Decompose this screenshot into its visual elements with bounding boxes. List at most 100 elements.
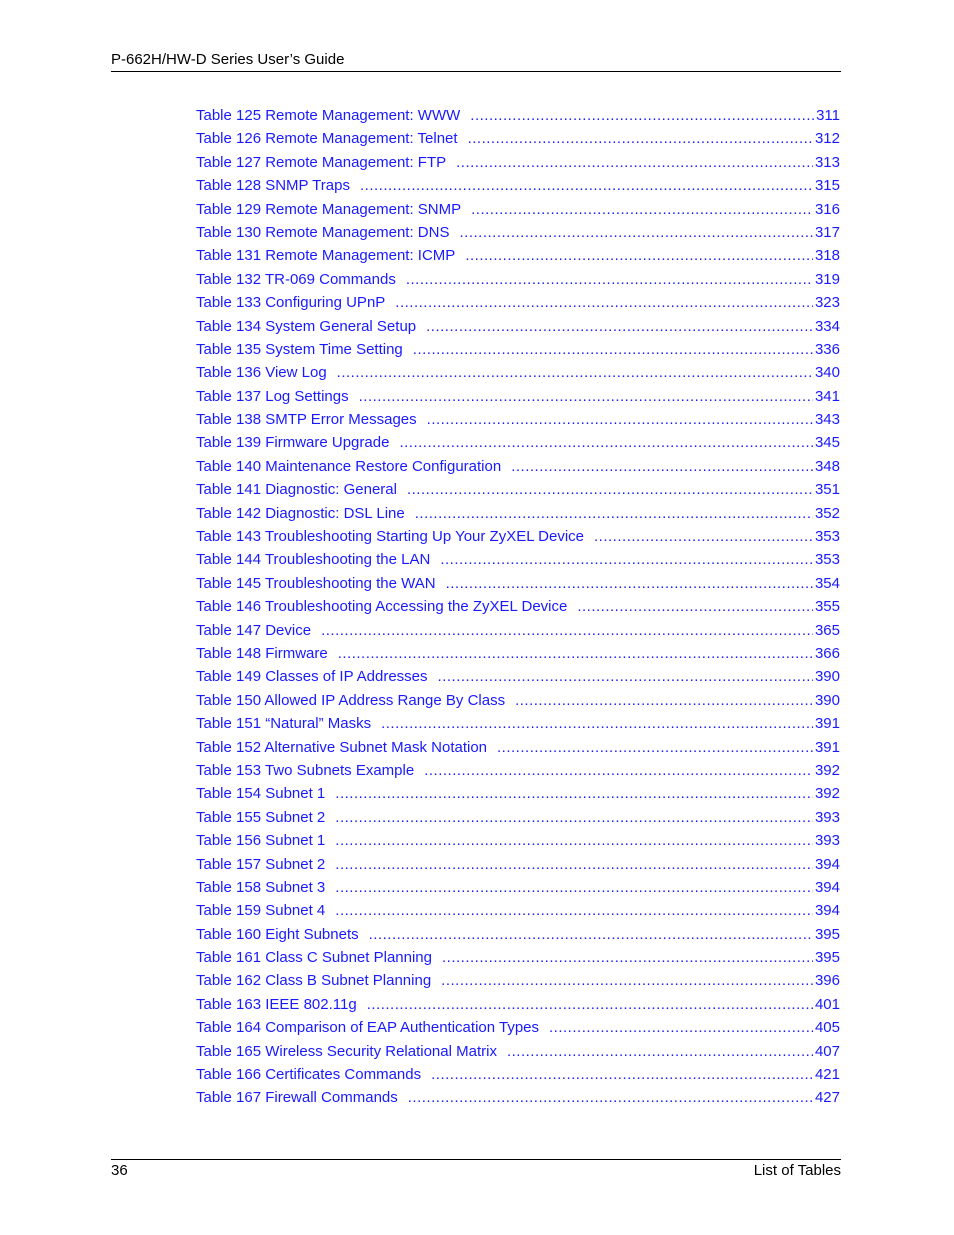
toc-entry-page[interactable]: 345	[813, 434, 840, 451]
toc-entry-label[interactable]: Table 131 Remote Management: ICMP	[196, 247, 465, 264]
toc-entry-page[interactable]: 390	[813, 692, 840, 709]
toc-entry-page[interactable]: 393	[813, 832, 840, 849]
toc-entry-page[interactable]: 366	[813, 645, 840, 662]
toc-entry[interactable]: Table 129 Remote Management: SNMP 316	[196, 201, 840, 224]
toc-entry-label[interactable]: Table 163 IEEE 802.11g	[196, 996, 367, 1013]
toc-entry-label[interactable]: Table 127 Remote Management: FTP	[196, 154, 456, 171]
toc-entry-page[interactable]: 343	[813, 411, 840, 428]
toc-entry-label[interactable]: Table 147 Device	[196, 622, 321, 639]
toc-entry[interactable]: Table 145 Troubleshooting the WAN 354	[196, 575, 840, 598]
toc-entry[interactable]: Table 150 Allowed IP Address Range By Cl…	[196, 692, 840, 715]
toc-entry-label[interactable]: Table 142 Diagnostic: DSL Line	[196, 505, 415, 522]
toc-entry-label[interactable]: Table 143 Troubleshooting Starting Up Yo…	[196, 528, 594, 545]
toc-entry[interactable]: Table 128 SNMP Traps 315	[196, 177, 840, 200]
toc-entry-page[interactable]: 392	[813, 785, 840, 802]
toc-entry-page[interactable]: 348	[813, 458, 840, 475]
toc-entry-label[interactable]: Table 155 Subnet 2	[196, 809, 335, 826]
toc-entry-page[interactable]: 407	[813, 1043, 840, 1060]
toc-entry[interactable]: Table 151 “Natural” Masks 391	[196, 715, 840, 738]
toc-entry[interactable]: Table 133 Configuring UPnP 323	[196, 294, 840, 317]
toc-entry-page[interactable]: 392	[813, 762, 840, 779]
toc-entry-label[interactable]: Table 138 SMTP Error Messages	[196, 411, 427, 428]
toc-entry-page[interactable]: 395	[813, 926, 840, 943]
toc-entry-label[interactable]: Table 152 Alternative Subnet Mask Notati…	[196, 739, 497, 756]
toc-entry-label[interactable]: Table 149 Classes of IP Addresses	[196, 668, 438, 685]
toc-entry[interactable]: Table 167 Firewall Commands 427	[196, 1089, 840, 1112]
toc-entry-page[interactable]: 391	[813, 715, 840, 732]
toc-entry-page[interactable]: 394	[813, 902, 840, 919]
toc-entry[interactable]: Table 153 Two Subnets Example 392	[196, 762, 840, 785]
toc-entry[interactable]: Table 155 Subnet 2 393	[196, 809, 840, 832]
toc-entry-page[interactable]: 336	[813, 341, 840, 358]
toc-entry-label[interactable]: Table 151 “Natural” Masks	[196, 715, 381, 732]
toc-entry-label[interactable]: Table 167 Firewall Commands	[196, 1089, 408, 1106]
toc-entry-label[interactable]: Table 157 Subnet 2	[196, 856, 335, 873]
toc-entry-label[interactable]: Table 130 Remote Management: DNS	[196, 224, 459, 241]
toc-entry[interactable]: Table 156 Subnet 1 393	[196, 832, 840, 855]
toc-entry-page[interactable]: 390	[813, 668, 840, 685]
toc-entry-label[interactable]: Table 134 System General Setup	[196, 318, 426, 335]
toc-entry-page[interactable]: 311	[814, 107, 840, 124]
toc-entry-label[interactable]: Table 146 Troubleshooting Accessing the …	[196, 598, 577, 615]
toc-entry-label[interactable]: Table 153 Two Subnets Example	[196, 762, 424, 779]
toc-entry-label[interactable]: Table 144 Troubleshooting the LAN	[196, 551, 440, 568]
toc-entry-label[interactable]: Table 145 Troubleshooting the WAN	[196, 575, 446, 592]
toc-entry-page[interactable]: 427	[813, 1089, 840, 1106]
toc-entry[interactable]: Table 159 Subnet 4 394	[196, 902, 840, 925]
toc-entry[interactable]: Table 134 System General Setup 334	[196, 318, 840, 341]
toc-entry-page[interactable]: 313	[813, 154, 840, 171]
toc-entry[interactable]: Table 157 Subnet 2 394	[196, 856, 840, 879]
toc-entry[interactable]: Table 126 Remote Management: Telnet 312	[196, 130, 840, 153]
toc-entry-page[interactable]: 341	[813, 388, 840, 405]
toc-entry[interactable]: Table 139 Firmware Upgrade 345	[196, 434, 840, 457]
toc-entry-label[interactable]: Table 150 Allowed IP Address Range By Cl…	[196, 692, 515, 709]
toc-entry-page[interactable]: 315	[813, 177, 840, 194]
toc-entry[interactable]: Table 143 Troubleshooting Starting Up Yo…	[196, 528, 840, 551]
toc-entry-page[interactable]: 401	[813, 996, 840, 1013]
toc-entry-page[interactable]: 394	[813, 856, 840, 873]
toc-entry[interactable]: Table 125 Remote Management: WWW 311	[196, 107, 840, 130]
toc-entry-page[interactable]: 365	[813, 622, 840, 639]
toc-entry[interactable]: Table 137 Log Settings 341	[196, 388, 840, 411]
toc-entry-page[interactable]: 421	[813, 1066, 840, 1083]
toc-entry-label[interactable]: Table 132 TR-069 Commands	[196, 271, 406, 288]
toc-entry-page[interactable]: 394	[813, 879, 840, 896]
toc-entry-page[interactable]: 396	[813, 972, 840, 989]
toc-entry[interactable]: Table 144 Troubleshooting the LAN 353	[196, 551, 840, 574]
toc-entry-page[interactable]: 393	[813, 809, 840, 826]
toc-entry-label[interactable]: Table 164 Comparison of EAP Authenticati…	[196, 1019, 549, 1036]
toc-entry-page[interactable]: 353	[813, 528, 840, 545]
toc-entry-page[interactable]: 354	[813, 575, 840, 592]
toc-entry-label[interactable]: Table 148 Firmware	[196, 645, 338, 662]
toc-entry-label[interactable]: Table 129 Remote Management: SNMP	[196, 201, 471, 218]
toc-entry-label[interactable]: Table 140 Maintenance Restore Configurat…	[196, 458, 511, 475]
toc-entry-label[interactable]: Table 162 Class B Subnet Planning	[196, 972, 441, 989]
toc-entry-page[interactable]: 318	[813, 247, 840, 264]
toc-entry[interactable]: Table 152 Alternative Subnet Mask Notati…	[196, 739, 840, 762]
toc-entry-label[interactable]: Table 126 Remote Management: Telnet	[196, 130, 468, 147]
toc-entry[interactable]: Table 165 Wireless Security Relational M…	[196, 1043, 840, 1066]
toc-entry-label[interactable]: Table 137 Log Settings	[196, 388, 359, 405]
toc-entry-page[interactable]: 312	[813, 130, 840, 147]
toc-entry[interactable]: Table 131 Remote Management: ICMP 318	[196, 247, 840, 270]
toc-entry-label[interactable]: Table 133 Configuring UPnP	[196, 294, 395, 311]
toc-entry[interactable]: Table 164 Comparison of EAP Authenticati…	[196, 1019, 840, 1042]
toc-entry[interactable]: Table 132 TR-069 Commands 319	[196, 271, 840, 294]
toc-entry[interactable]: Table 141 Diagnostic: General 351	[196, 481, 840, 504]
toc-entry-page[interactable]: 391	[813, 739, 840, 756]
toc-entry[interactable]: Table 140 Maintenance Restore Configurat…	[196, 458, 840, 481]
toc-entry-page[interactable]: 319	[813, 271, 840, 288]
toc-entry-label[interactable]: Table 156 Subnet 1	[196, 832, 335, 849]
toc-entry-page[interactable]: 405	[813, 1019, 840, 1036]
toc-entry-label[interactable]: Table 128 SNMP Traps	[196, 177, 360, 194]
toc-entry-page[interactable]: 355	[813, 598, 840, 615]
toc-entry[interactable]: Table 160 Eight Subnets 395	[196, 926, 840, 949]
toc-entry-label[interactable]: Table 160 Eight Subnets	[196, 926, 369, 943]
toc-entry-label[interactable]: Table 166 Certificates Commands	[196, 1066, 431, 1083]
toc-entry[interactable]: Table 146 Troubleshooting Accessing the …	[196, 598, 840, 621]
toc-entry-page[interactable]: 340	[813, 364, 840, 381]
toc-entry-label[interactable]: Table 141 Diagnostic: General	[196, 481, 407, 498]
toc-entry[interactable]: Table 130 Remote Management: DNS 317	[196, 224, 840, 247]
toc-entry-label[interactable]: Table 158 Subnet 3	[196, 879, 335, 896]
toc-entry[interactable]: Table 138 SMTP Error Messages 343	[196, 411, 840, 434]
